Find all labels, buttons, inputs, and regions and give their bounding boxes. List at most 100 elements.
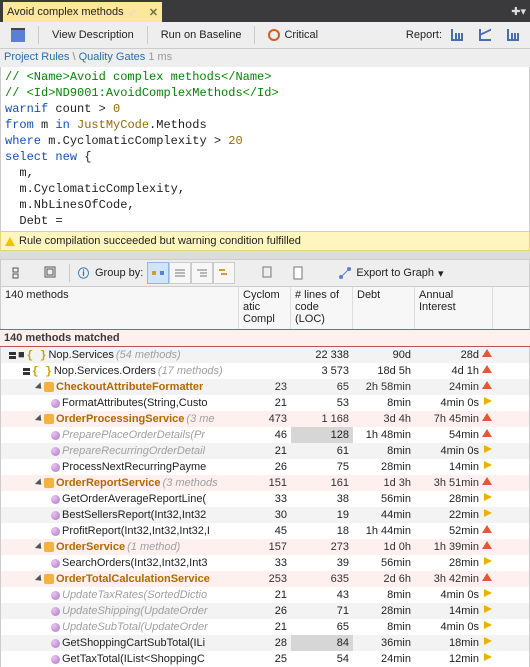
table-row[interactable]: FormatAttributes(String,Custo21538min4mi… [1, 395, 529, 411]
table-row[interactable]: GetTaxTotal(IList<ShoppingC255424min12mi… [1, 651, 529, 667]
report-bar-button[interactable] [444, 26, 470, 44]
table-row[interactable]: ■ Nop.Services (54 methods)22 33890d28d [1, 347, 529, 363]
expand-icon[interactable] [35, 478, 44, 487]
table-row[interactable]: PrepareRecurringOrderDetail21618min4min … [1, 443, 529, 459]
report-line-button[interactable] [472, 26, 498, 44]
info-icon: ⓘ [78, 265, 89, 281]
table-row[interactable]: Nop.Services.Orders (17 methods)3 57318d… [1, 363, 529, 379]
copy-button[interactable] [255, 263, 281, 283]
cell-loc: 71 [291, 603, 353, 619]
cell-cyclo: 26 [239, 603, 291, 619]
table-row[interactable]: GetShoppingCartSubTotal(ILi288436min18mi… [1, 635, 529, 651]
critical-toggle[interactable]: Critical [261, 26, 325, 44]
table-row[interactable]: SearchOrders(Int32,Int32,Int3333956min28… [1, 555, 529, 571]
splitter[interactable] [0, 251, 530, 259]
cell-ann: 12min [415, 651, 493, 667]
tab-avoid-complex-methods[interactable]: Avoid complex methods ⇙ ✕ [3, 2, 162, 22]
expand-icon[interactable] [35, 382, 44, 391]
cell-ann: 4d 1h [415, 363, 493, 379]
method-icon [51, 559, 60, 568]
cell-debt: 1d 0h [353, 539, 415, 555]
table-row[interactable]: ProcessNextRecurringPayme267528min14min [1, 459, 529, 475]
cell-ann: 4min 0s [415, 619, 493, 635]
group-tree2-button[interactable] [213, 262, 235, 284]
col-loc[interactable]: # lines of code (LOC) [291, 287, 353, 329]
export-graph-button[interactable]: Export to Graph ▾ [331, 263, 450, 283]
table-row[interactable]: ProfitReport(Int32,Int32,Int32,I45181h 4… [1, 523, 529, 539]
cell-loc: 18 [291, 523, 353, 539]
cell-debt: 90d [353, 347, 415, 363]
save-button[interactable] [4, 25, 32, 45]
view-description-button[interactable]: View Description [45, 26, 141, 44]
row-name: OrderService [56, 541, 125, 553]
row-note: (3 me [186, 413, 214, 425]
table-row[interactable]: UpdateShipping(UpdateOrder 267128min14min [1, 603, 529, 619]
cell-debt: 2h 58min [353, 379, 415, 395]
cell-ann: 14min [415, 459, 493, 475]
row-name: CheckoutAttributeFormatter [56, 381, 203, 393]
table-row[interactable]: GetOrderAverageReportLine(333856min28min [1, 491, 529, 507]
table-row[interactable]: OrderService (1 method)1572731d 0h1h 39m… [1, 539, 529, 555]
table-row[interactable]: PreparePlaceOrderDetails(Pr461281h 48min… [1, 427, 529, 443]
tab-strip: Avoid complex methods ⇙ ✕ ✚▾ [0, 0, 530, 22]
table-row[interactable]: OrderProcessingService (3 me4731 1683d 4… [1, 411, 529, 427]
cell-cyclo: 33 [239, 555, 291, 571]
col-debt[interactable]: Debt [353, 287, 415, 329]
results-header: 140 methods Cyclom atic Compl # lines of… [0, 287, 530, 329]
expand-icon[interactable] [35, 542, 44, 551]
code-editor[interactable]: // <Name>Avoid complex methods</Name> //… [0, 67, 530, 232]
breadcrumb-project-rules[interactable]: Project Rules [4, 51, 69, 63]
table-row[interactable]: OrderTotalCalculationService2536352d 6h3… [1, 571, 529, 587]
table-row[interactable]: BestSellersReport(Int32,Int32301944min22… [1, 507, 529, 523]
trend-up-icon [482, 573, 492, 581]
cell-ann: 54min [415, 427, 493, 443]
row-name: Nop.Services [48, 349, 113, 361]
report-export-button[interactable] [500, 26, 526, 44]
trend-flat-icon [484, 589, 492, 597]
table-row[interactable]: OrderReportService (3 methods1511611d 3h… [1, 475, 529, 491]
col-annual-interest[interactable]: Annual Interest [415, 287, 493, 329]
row-name: GetTaxTotal(IList<ShoppingC [62, 653, 205, 665]
cell-cyclo [239, 369, 291, 373]
cell-debt: 28min [353, 603, 415, 619]
group-flat-button[interactable] [169, 262, 191, 284]
cell-debt: 56min [353, 555, 415, 571]
expand-icon[interactable] [35, 574, 44, 583]
collapse-all-button[interactable] [5, 263, 33, 283]
add-tab-icon[interactable]: ✚▾ [511, 5, 526, 18]
collapse-icon[interactable] [9, 352, 16, 359]
results-grid[interactable]: ■ Nop.Services (54 methods)22 33890d28d … [0, 347, 530, 667]
expand-all-button[interactable] [37, 263, 65, 283]
expand-icon[interactable] [35, 414, 44, 423]
row-note: (17 methods) [158, 365, 223, 377]
run-on-baseline-button[interactable]: Run on Baseline [154, 26, 249, 44]
doc-button[interactable] [285, 263, 311, 283]
row-name: OrderReportService [56, 477, 161, 489]
trend-flat-icon [484, 493, 492, 501]
cell-ann: 14min [415, 603, 493, 619]
col-name[interactable]: 140 methods [1, 287, 239, 329]
table-row[interactable]: UpdateSubTotal(UpdateOrder21658min4min 0… [1, 619, 529, 635]
cell-cyclo: 25 [239, 651, 291, 667]
method-icon [51, 495, 60, 504]
namespace-icon [27, 349, 47, 362]
cell-loc: 38 [291, 491, 353, 507]
collapse-icon[interactable] [23, 368, 30, 375]
row-name: GetOrderAverageReportLine( [62, 493, 206, 505]
row-name: UpdateShipping(UpdateOrder [62, 605, 208, 617]
pin-icon[interactable]: ⇙ [128, 6, 137, 19]
group-tree1-button[interactable] [191, 262, 213, 284]
close-icon[interactable]: ✕ [149, 6, 158, 19]
row-name: FormatAttributes(String,Custo [62, 397, 208, 409]
table-row[interactable]: CheckoutAttributeFormatter23652h 58min24… [1, 379, 529, 395]
breadcrumb-quality-gates[interactable]: Quality Gates [79, 51, 146, 63]
row-name: BestSellersReport(Int32,Int32 [62, 509, 206, 521]
table-row[interactable]: UpdateTaxRates(SortedDictio21438min4min … [1, 587, 529, 603]
cell-cyclo: 26 [239, 459, 291, 475]
method-icon [51, 591, 60, 600]
row-name: ProfitReport(Int32,Int32,Int32,I [62, 525, 210, 537]
col-cyclomatic[interactable]: Cyclom atic Compl [239, 287, 291, 329]
method-icon [51, 431, 60, 440]
group-namespace-button[interactable] [147, 262, 169, 284]
cell-loc: 19 [291, 507, 353, 523]
